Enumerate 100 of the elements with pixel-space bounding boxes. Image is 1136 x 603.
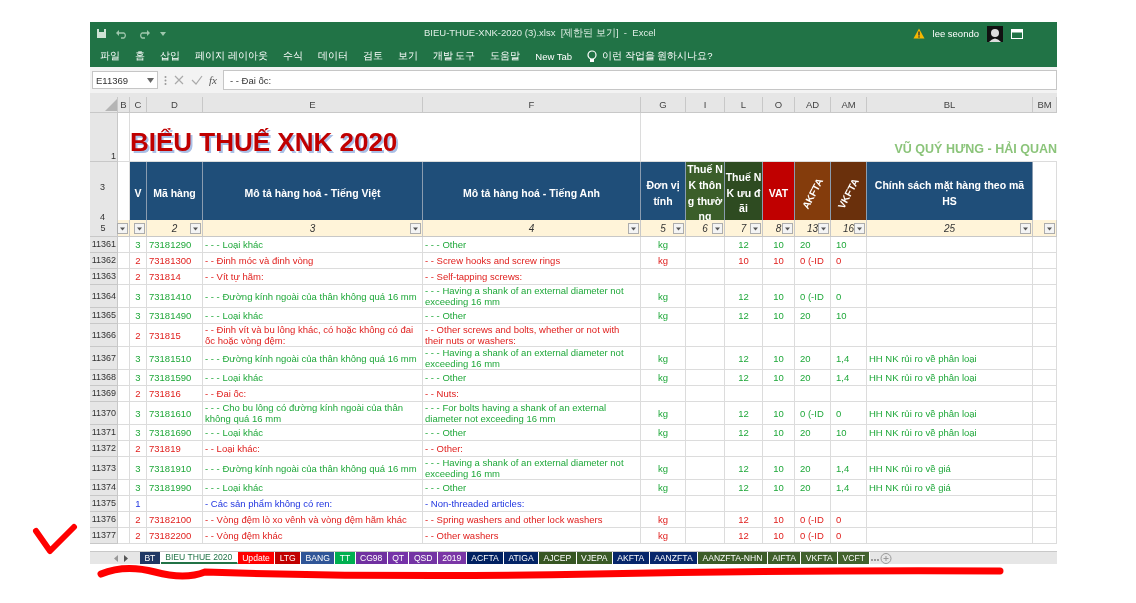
- sheet-tab[interactable]: AKFTA: [612, 552, 650, 564]
- scroll-right-icon[interactable]: [121, 553, 130, 563]
- sheet-tab[interactable]: BANG: [301, 552, 336, 564]
- sheet-tab[interactable]: VCFT: [838, 552, 871, 564]
- filter-dropdown[interactable]: [673, 223, 684, 234]
- undo-icon[interactable]: [115, 28, 129, 39]
- row-header[interactable]: 11362: [90, 253, 118, 269]
- ribbon-display-icon[interactable]: [1011, 28, 1023, 39]
- empty-cell: [831, 386, 867, 402]
- sheet-tab[interactable]: 2019: [437, 552, 467, 564]
- filter-dropdown[interactable]: [750, 223, 761, 234]
- menu-tab[interactable]: 개발 도구: [432, 49, 476, 63]
- filter-dropdown[interactable]: [854, 223, 865, 234]
- formula-field[interactable]: - - Đai ốc:: [222, 70, 1057, 90]
- sheet-tab[interactable]: VKFTA: [801, 552, 839, 564]
- menu-tab[interactable]: 페이지 레이아웃: [195, 49, 268, 63]
- row-header[interactable]: 11368: [90, 370, 118, 386]
- row-header[interactable]: 11364: [90, 285, 118, 308]
- column-header[interactable]: AM: [831, 97, 867, 113]
- row-header[interactable]: 11365: [90, 308, 118, 324]
- filter-dropdown[interactable]: [782, 223, 793, 234]
- sheet-tab[interactable]: AJCEP: [539, 552, 577, 564]
- column-header[interactable]: G: [641, 97, 686, 113]
- sheet-tab[interactable]: Update: [237, 552, 276, 564]
- sheet-tab[interactable]: AANZFTA-NHN: [698, 552, 768, 564]
- filter-dropdown[interactable]: [190, 223, 201, 234]
- empty-cell: [1033, 496, 1057, 512]
- row-header[interactable]: 11374: [90, 480, 118, 496]
- row-header[interactable]: 11375: [90, 496, 118, 512]
- filter-dropdown[interactable]: [410, 223, 421, 234]
- column-header[interactable]: E: [203, 97, 423, 113]
- sheet-tab[interactable]: CG98: [355, 552, 388, 564]
- row-header[interactable]: 11370: [90, 402, 118, 425]
- row-header[interactable]: 11361: [90, 237, 118, 253]
- menu-tab[interactable]: 파일: [100, 49, 120, 63]
- sheet-tab[interactable]: QT: [387, 552, 410, 564]
- sheet-tab[interactable]: AIFTA: [767, 552, 802, 564]
- filter-dropdown[interactable]: [712, 223, 723, 234]
- save-icon[interactable]: [96, 28, 107, 39]
- row-header[interactable]: 11372: [90, 441, 118, 457]
- row-header[interactable]: 1: [90, 113, 118, 162]
- empty-cell: [118, 308, 130, 324]
- menu-tab[interactable]: 도움말: [490, 49, 521, 63]
- filter-dropdown[interactable]: [134, 223, 145, 234]
- column-header[interactable]: O: [763, 97, 795, 113]
- description-cell: - - - Đường kính ngoài của thân không quá 16 mm: [203, 285, 423, 308]
- menu-tab[interactable]: 보기: [397, 49, 418, 63]
- row-header[interactable]: 11366: [90, 324, 118, 347]
- empty-cell: [686, 480, 725, 496]
- sheet-tab[interactable]: BT: [140, 552, 161, 564]
- filter-dropdown[interactable]: [1020, 223, 1031, 234]
- description-cell: - - Other washers: [423, 528, 641, 544]
- row-header[interactable]: 11373: [90, 457, 118, 480]
- filter-dropdown[interactable]: [628, 223, 639, 234]
- filter-dropdown[interactable]: [818, 223, 829, 234]
- row-header[interactable]: 4: [100, 212, 105, 222]
- sheet-tab[interactable]: VJEPA: [576, 552, 613, 564]
- column-header[interactable]: L: [725, 97, 763, 113]
- caret-icon[interactable]: [147, 77, 154, 83]
- redo-icon[interactable]: [137, 28, 151, 39]
- column-header[interactable]: D: [147, 97, 203, 113]
- row-header[interactable]: 11363: [90, 269, 118, 285]
- column-header[interactable]: BL: [867, 97, 1033, 113]
- filter-dropdown[interactable]: [1044, 223, 1055, 234]
- row-header[interactable]: 11367: [90, 347, 118, 370]
- menu-tab[interactable]: 수식: [282, 49, 303, 63]
- column-header[interactable]: B: [118, 97, 130, 113]
- rate-cell: 10: [763, 528, 795, 544]
- sheet-tab[interactable]: LTG: [275, 552, 302, 564]
- user-name[interactable]: lee seondo: [932, 28, 979, 39]
- level-cell: 2: [130, 386, 147, 402]
- column-header[interactable]: I: [686, 97, 725, 113]
- empty-cell: [831, 496, 867, 512]
- tell-me-field[interactable]: 이런 작업을 원하시나요?: [602, 49, 713, 63]
- sheet-tab[interactable]: ATIGA: [504, 552, 540, 564]
- menu-tab[interactable]: 데이터: [317, 49, 348, 63]
- column-header[interactable]: F: [423, 97, 641, 113]
- rate-cell: 12: [725, 425, 763, 441]
- row-header[interactable]: 11369: [90, 386, 118, 402]
- sheet-tab[interactable]: BIEU THUE 2020: [160, 552, 238, 564]
- row-header[interactable]: 11377: [90, 528, 118, 544]
- avatar-icon[interactable]: [987, 25, 1003, 42]
- sheet-tab[interactable]: ACFTA: [466, 552, 505, 564]
- insert-function-button[interactable]: fx: [209, 74, 217, 86]
- column-header[interactable]: C: [130, 97, 147, 113]
- name-box[interactable]: E11369: [92, 71, 158, 89]
- sheet-tab[interactable]: AANZFTA: [649, 552, 699, 564]
- row-header[interactable]: 11376: [90, 512, 118, 528]
- lightbulb-icon[interactable]: [587, 49, 598, 63]
- column-header[interactable]: AD: [795, 97, 831, 113]
- menu-tab[interactable]: New Tab: [535, 50, 573, 62]
- menu-tab[interactable]: 삽입: [160, 49, 180, 63]
- row-header[interactable]: 11371: [90, 425, 118, 441]
- sheet-tab[interactable]: QSD: [409, 552, 438, 564]
- row-header[interactable]: 3: [100, 182, 105, 192]
- unit-cell: kg: [641, 237, 686, 253]
- column-header[interactable]: BM: [1033, 97, 1057, 113]
- menu-tab[interactable]: 검토: [362, 49, 383, 63]
- description-cell: - - - Đường kính ngoài của thân không quá 16 mm: [203, 457, 423, 480]
- menu-tab[interactable]: 홈: [135, 49, 145, 63]
